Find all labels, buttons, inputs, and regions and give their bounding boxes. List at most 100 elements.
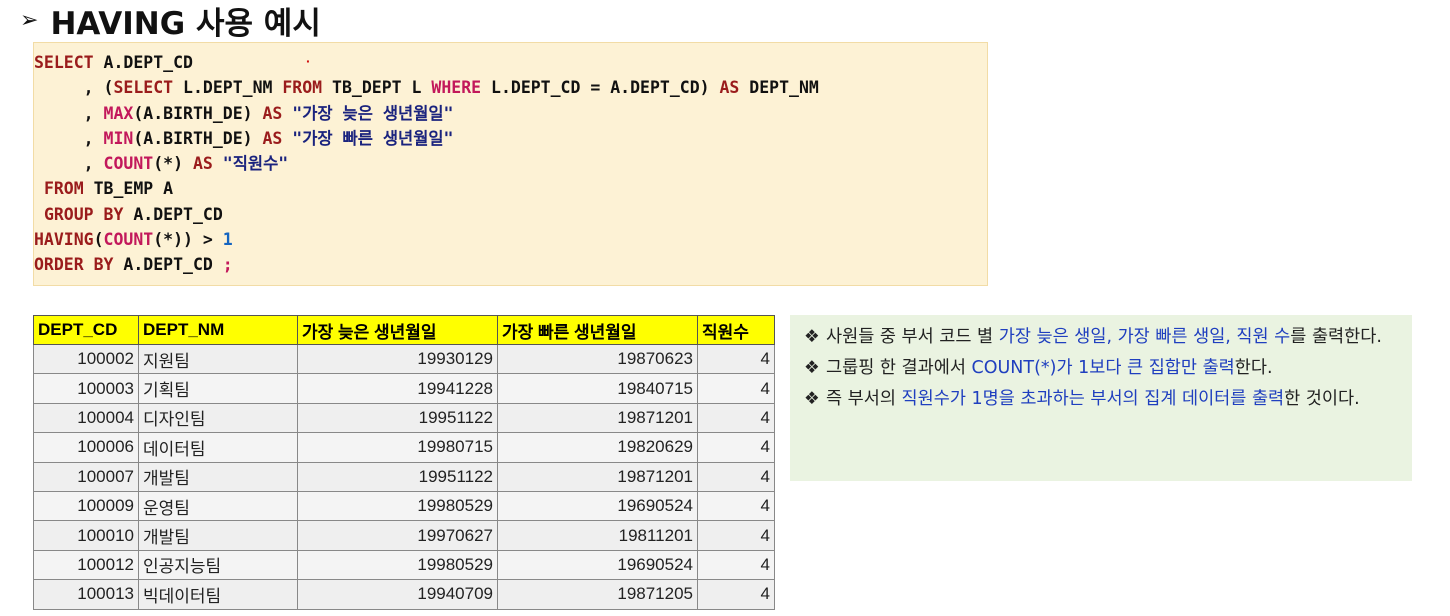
cell-dept-nm: 기획팀 [138,373,298,404]
cell-employee-count: 4 [697,402,775,434]
cell-dept-nm: 인공지능팀 [138,549,298,581]
table-row: 100006 데이터팀 19980715 19820629 4 [33,432,775,463]
function-name: MAX [103,103,134,123]
cell-earliest-birth: 19870623 [497,343,698,375]
column-header-latest-birth: 가장 늦은 생년월일 [297,315,498,345]
cell-earliest-birth: 19871205 [497,579,698,610]
note-item: ❖ 사원들 중 부서 코드 별 가장 늦은 생일, 가장 빠른 생일, 직원 수… [804,322,1398,353]
cell-dept-cd: 100004 [33,402,139,434]
cell-latest-birth: 19940709 [297,579,498,610]
keyword: AS [719,78,740,98]
table-row: 100012 인공지능팀 19980529 19690524 4 [33,549,775,581]
cell-employee-count: 4 [697,373,775,404]
cell-dept-cd: 100006 [33,432,139,463]
cell-dept-cd: 100010 [33,520,139,551]
cell-employee-count: 4 [697,343,775,375]
column-header-employee-count: 직원수 [697,315,775,345]
keyword: FROM [43,179,84,199]
cell-employee-count: 4 [697,520,775,551]
table-header-row: DEPT_CD DEPT_NM 가장 늦은 생년월일 가장 빠른 생년월일 직원… [33,315,775,345]
note-text: 한다. [1234,358,1273,378]
table-row: 100003 기획팀 19941228 19840715 4 [33,373,775,404]
function-name: COUNT [103,154,154,174]
note-highlight: 직원수가 1명을 초과하는 부서의 집계 데이터를 출력 [901,389,1285,409]
cell-employee-count: 4 [697,490,775,522]
cell-dept-cd: 100012 [33,549,139,581]
code-text: , [34,128,104,148]
code-text: (*)) > [153,230,223,250]
cell-dept-cd: 100009 [33,490,139,522]
column-header-earliest-birth: 가장 빠른 생년월일 [497,315,698,345]
diamond-bullet-icon: ❖ [804,358,820,378]
page-title: ➢ HAVING 사용 예시 [20,0,321,42]
cell-dept-nm: 운영팀 [138,490,298,522]
cell-earliest-birth: 19820629 [497,432,698,463]
code-text: , ( [34,78,114,98]
cell-earliest-birth: 19871201 [497,402,698,434]
sql-code-block: · SELECT A.DEPT_CD , (SELECT L.DEPT_NM F… [33,42,988,286]
code-line-6: FROM TB_EMP A [34,176,987,201]
code-text: (*) [153,154,193,174]
cell-dept-nm: 데이터팀 [138,432,298,463]
cell-dept-cd: 100007 [33,461,139,492]
keyword: ORDER BY [34,255,114,275]
code-line-9: ORDER BY A.DEPT_CD ; [34,252,987,277]
cell-dept-nm: 개발팀 [138,461,298,492]
semicolon: ; [222,255,233,275]
string-literal: "가장 늦은 생년월일" [282,103,454,123]
cell-earliest-birth: 19811201 [497,520,698,551]
keyword: SELECT [34,53,94,72]
code-line-2: , (SELECT L.DEPT_NM FROM TB_DEPT L WHERE… [34,75,987,100]
cell-earliest-birth: 19690524 [497,549,698,581]
cell-latest-birth: 19941228 [297,373,498,404]
cell-earliest-birth: 19690524 [497,490,698,522]
note-text: 한 것이다. [1284,389,1360,409]
keyword: SELECT [113,78,174,98]
code-line-3: , MAX(A.BIRTH_DE) AS "가장 늦은 생년월일" [34,101,987,126]
red-dot-mark: · [306,53,311,69]
cell-dept-cd: 100002 [33,343,139,375]
code-text: (A.BIRTH_DE) [133,128,263,148]
code-text: A.DEPT_CD [113,255,223,275]
code-text: A.DEPT_CD [123,204,223,224]
code-line-8: HAVING(COUNT(*)) > 1 [34,227,987,252]
note-text: 사원들 중 부서 코드 별 [826,327,999,347]
code-text: (A.BIRTH_DE) [133,103,263,123]
keyword: GROUP BY [43,204,124,224]
code-text: DEPT_NM [739,78,819,98]
table-row: 100007 개발팀 19951122 19871201 4 [33,461,775,492]
code-text: L.DEPT_NM [173,78,283,98]
code-line-1: SELECT A.DEPT_CD [34,50,987,75]
code-line-4: , MIN(A.BIRTH_DE) AS "가장 빠른 생년월일" [34,126,987,151]
cell-earliest-birth: 19840715 [497,373,698,404]
code-text: , [34,103,104,123]
table-row: 100009 운영팀 19980529 19690524 4 [33,490,775,522]
code-text: TB_EMP A [83,179,174,199]
function-name: MIN [103,128,134,148]
note-item: ❖ 그룹핑 한 결과에서 COUNT(*)가 1보다 큰 집합만 출력한다. [804,353,1398,384]
cell-dept-cd: 100003 [33,373,139,404]
function-name: COUNT [103,230,154,250]
string-literal: "가장 빠른 생년월일" [282,128,454,148]
number-literal: 1 [222,230,233,250]
column-header-dept-nm: DEPT_NM [138,315,298,345]
diamond-bullet-icon: ❖ [804,389,820,409]
table-row: 100002 지원팀 19930129 19870623 4 [33,343,775,375]
column-header-dept-cd: DEPT_CD [33,315,139,345]
code-text: TB_DEPT L [322,78,432,98]
keyword: FROM [282,78,323,98]
cell-dept-nm: 디자인팀 [138,402,298,434]
cell-dept-nm: 지원팀 [138,343,298,375]
page-title-text: HAVING 사용 예시 [50,5,321,42]
cell-dept-nm: 개발팀 [138,520,298,551]
cell-earliest-birth: 19871201 [497,461,698,492]
keyword: AS [262,128,283,148]
code-text: L.DEPT_CD = A.DEPT_CD) [481,78,720,98]
note-highlight: 가장 늦은 생일, 가장 빠른 생일, 직원 수 [998,327,1291,347]
code-text: , [34,154,104,174]
string-literal: "직원수" [212,154,289,174]
note-item: ❖ 즉 부서의 직원수가 1명을 초과하는 부서의 집계 데이터를 출력한 것이… [804,384,1398,415]
cell-latest-birth: 19980715 [297,432,498,463]
cell-latest-birth: 19980529 [297,490,498,522]
